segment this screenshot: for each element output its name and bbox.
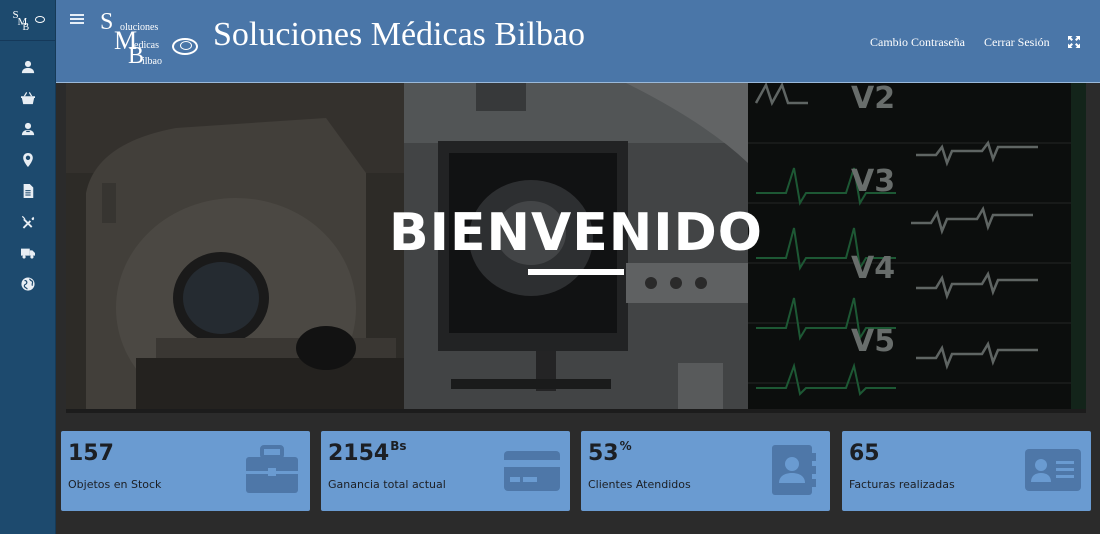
stat-card-invoices[interactable]: 65 Facturas realizadas [842,431,1091,511]
sidebar-item-web[interactable] [0,268,55,299]
hamburger-icon[interactable] [70,12,84,26]
id-card-icon [1025,445,1081,495]
stat-value: 157 [68,441,114,466]
sidebar-item-delivery[interactable] [0,237,55,268]
sidebar-nav [0,41,55,299]
basket-icon [20,91,35,104]
stat-label: Clientes Atendidos [588,478,691,491]
sidebar-logo[interactable]: S M B [0,0,55,41]
title-underline [528,269,624,275]
users-icon [21,122,34,135]
logout-link[interactable]: Cerrar Sesión [984,35,1050,50]
sidebar-item-documents[interactable] [0,175,55,206]
sidebar-item-location[interactable] [0,144,55,175]
stat-value: 53% [588,439,632,466]
stat-card-clients[interactable]: 53% Clientes Atendidos [581,431,830,511]
map-marker-icon [22,152,33,167]
sidebar-item-tools[interactable] [0,206,55,237]
stat-value: 65 [849,441,880,466]
briefcase-icon [244,445,300,495]
welcome-banner: V2 V3 V4 V5 BIENVENIDO [66,83,1086,413]
expand-icon[interactable] [1068,35,1080,48]
mini-logo: S M B [11,7,45,33]
welcome-title: BIENVENIDO [388,203,764,263]
user-icon [21,60,34,73]
truck-icon [20,248,35,259]
sidebar-item-user[interactable] [0,51,55,82]
tools-icon [21,215,34,229]
document-icon [23,183,33,198]
stat-label: Objetos en Stock [68,478,162,491]
stat-label: Ganancia total actual [328,478,446,491]
stats-cards: 157 Objetos en Stock 2154Bs Ganancia tot… [61,431,1091,511]
top-navbar: S oluciones M edicas B ilbao Soluciones … [56,0,1100,83]
contact-book-icon [764,445,820,495]
brand-logo[interactable]: S oluciones M edicas B ilbao [100,10,200,72]
stat-card-revenue[interactable]: 2154Bs Ganancia total actual [321,431,570,511]
change-password-link[interactable]: Cambio Contraseña [870,35,965,50]
sidebar: S M B [0,0,56,534]
stat-label: Facturas realizadas [849,478,955,491]
credit-card-icon [504,445,560,495]
stat-value: 2154Bs [328,439,407,466]
stat-card-stock[interactable]: 157 Objetos en Stock [61,431,310,511]
app-title: Soluciones Médicas Bilbao [213,16,586,53]
sidebar-item-basket[interactable] [0,82,55,113]
globe-icon [20,276,35,291]
sidebar-item-users[interactable] [0,113,55,144]
